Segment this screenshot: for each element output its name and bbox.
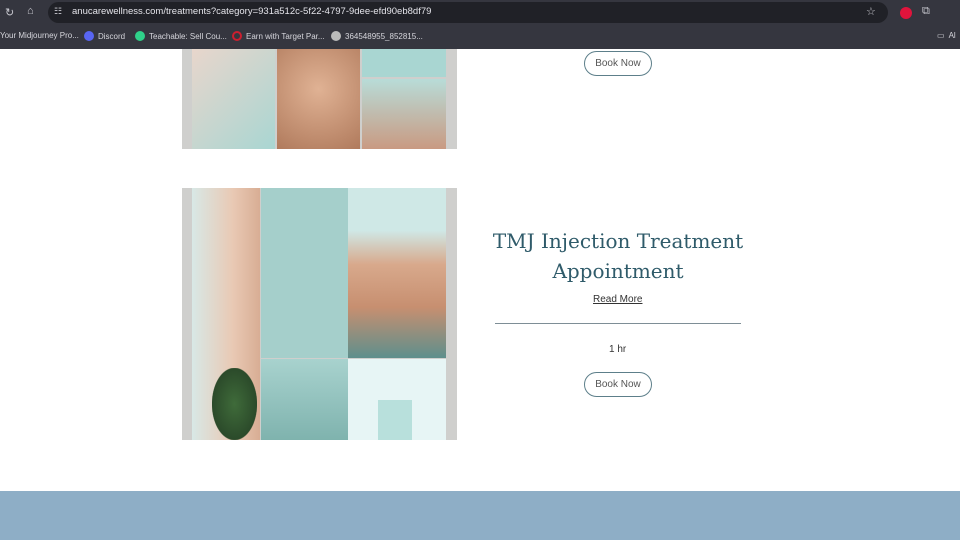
discord-icon xyxy=(84,31,94,41)
bookmark-2[interactable]: Teachable: Sell Cou... xyxy=(135,31,227,41)
treatment-image-1 xyxy=(182,49,457,149)
globe-icon xyxy=(331,31,341,41)
url-text: anucarewellness.com/treatments?category=… xyxy=(72,6,432,17)
all-bookmarks[interactable]: ▭ Al xyxy=(937,31,956,40)
folder-icon: ▭ xyxy=(937,31,945,40)
browser-chrome: ↻ ⌂ ☷ anucarewellness.com/treatments?cat… xyxy=(0,0,960,49)
read-more-link[interactable]: Read More xyxy=(593,294,642,305)
adblock-icon[interactable] xyxy=(900,7,912,19)
divider xyxy=(495,323,741,324)
treatment-image-2 xyxy=(182,188,457,440)
footer-band xyxy=(0,491,960,540)
reload-icon[interactable]: ↻ xyxy=(5,6,14,19)
book-now-button[interactable]: Book Now xyxy=(584,372,652,397)
bookmark-1[interactable]: Discord xyxy=(84,31,125,41)
star-icon[interactable]: ☆ xyxy=(866,5,876,18)
treatment-title: TMJ Injection Treatment Appointment xyxy=(492,229,744,283)
address-bar[interactable]: ☷ anucarewellness.com/treatments?categor… xyxy=(48,2,888,23)
bookmark-3[interactable]: Earn with Target Par... xyxy=(232,31,325,41)
home-icon[interactable]: ⌂ xyxy=(27,5,34,17)
extensions-icon[interactable]: ⧉ xyxy=(922,5,930,18)
book-now-button[interactable]: Book Now xyxy=(584,51,652,76)
bookmark-4[interactable]: 364548955_852815... xyxy=(331,31,423,41)
bookmark-0[interactable]: Your Midjourney Pro... xyxy=(0,31,79,40)
duration: 1 hr xyxy=(609,344,627,355)
teachable-icon xyxy=(135,31,145,41)
target-icon xyxy=(232,31,242,41)
site-settings-icon[interactable]: ☷ xyxy=(54,6,62,17)
